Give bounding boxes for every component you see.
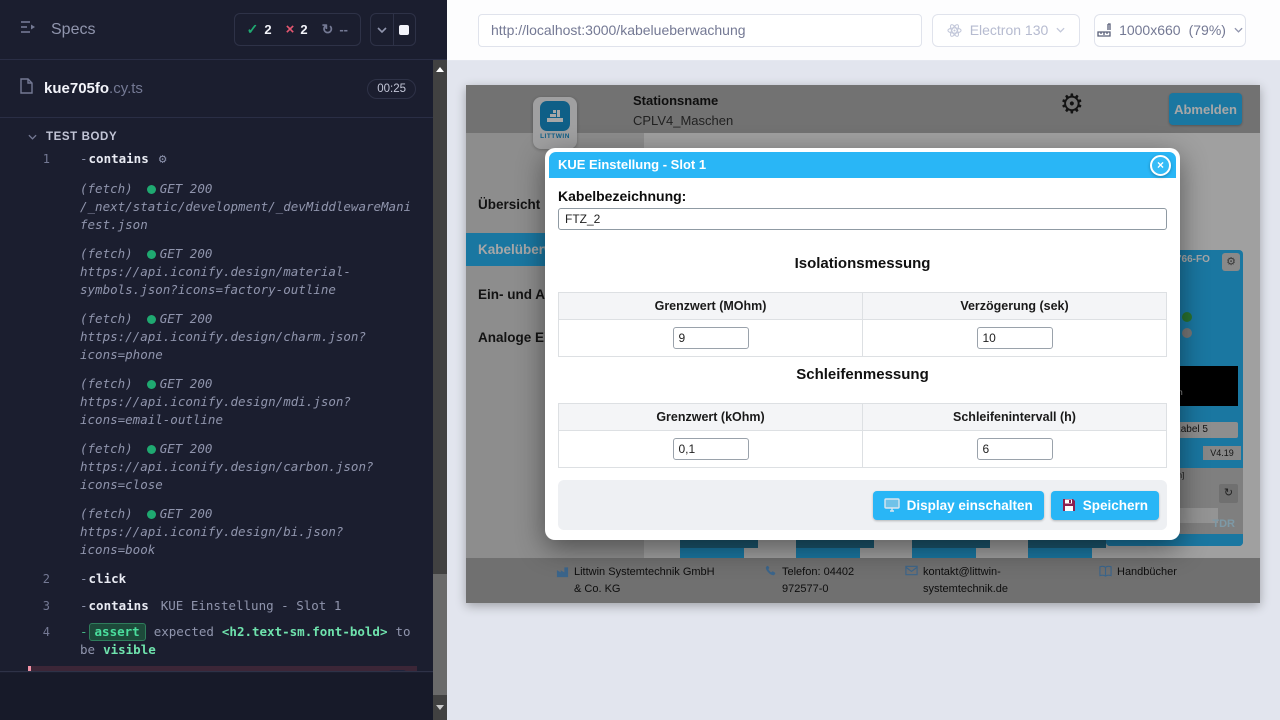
- fetch-url: https://api.iconify.design/mdi.json?icon…: [80, 393, 417, 429]
- fetch-log-row[interactable]: (fetch)GET 200 https://api.iconify.desig…: [80, 310, 417, 364]
- reporter-footer-area: [0, 673, 433, 720]
- electron-icon: [947, 23, 962, 38]
- fetch-url: https://api.iconify.design/material-symb…: [80, 263, 417, 299]
- fetch-log-row[interactable]: (fetch)GET 200 https://api.iconify.desig…: [80, 505, 417, 559]
- stop-icon: [399, 25, 409, 35]
- iso-col-verzoegerung: Verzögerung (sek): [863, 293, 1167, 320]
- contains-message: KUE Einstellung - Slot 1: [161, 598, 342, 613]
- fetch-url: /_next/static/development/_devMiddleware…: [80, 198, 417, 234]
- status-ok-dot: [147, 250, 156, 259]
- screen: Specs ✓ 2 × 2 ↻ --: [0, 0, 1280, 720]
- retry-count-badge: 0: [388, 670, 407, 672]
- reporter-scrollbar[interactable]: [433, 60, 447, 720]
- display-einschalten-button[interactable]: Display einschalten: [873, 491, 1044, 520]
- fetch-url: https://api.iconify.design/charm.json?ic…: [80, 328, 417, 364]
- kue-settings-modal: KUE Einstellung - Slot 1 × Kabelbezeichn…: [545, 148, 1180, 540]
- kabel-label: Kabelbezeichnung:: [558, 188, 1167, 204]
- stop-button[interactable]: [393, 14, 416, 45]
- spec-row[interactable]: kue705fo.cy.ts 00:25: [0, 60, 447, 118]
- spec-duration-badge: 00:25: [367, 79, 416, 99]
- modal-footer: Display einschalten Speichern: [558, 480, 1167, 530]
- stat-passed: ✓ 2: [247, 21, 272, 38]
- monitor-icon: [884, 498, 900, 512]
- status-ok-dot: [147, 380, 156, 389]
- specs-list-icon[interactable]: [20, 20, 39, 39]
- loop-col-grenzwert: Grenzwert (kOhm): [559, 404, 863, 431]
- modal-title: KUE Einstellung - Slot 1: [558, 157, 706, 172]
- specs-title: Specs: [51, 21, 95, 39]
- command-click[interactable]: 2 -click: [0, 570, 433, 588]
- modal-header: KUE Einstellung - Slot 1 ×: [549, 152, 1176, 178]
- cypress-reporter-panel: Specs ✓ 2 × 2 ↻ --: [0, 0, 447, 720]
- scrollbar-thumb[interactable]: [433, 574, 447, 695]
- assert-target: <h2.text-sm.font-bold>: [222, 624, 388, 639]
- check-icon: ✓: [247, 21, 259, 38]
- status-ok-dot: [147, 185, 156, 194]
- ruler-icon: [1097, 23, 1111, 37]
- assert-badge: assert: [89, 623, 146, 641]
- stat-pending: ↻ --: [322, 21, 348, 38]
- close-icon[interactable]: ×: [1150, 155, 1171, 176]
- browser-toolbar: Electron 130 1000x660 (79%): [447, 0, 1280, 61]
- speichern-button[interactable]: Speichern: [1051, 491, 1159, 520]
- command-log: 1 -contains⚙ (fetch)GET 200 /_next/stati…: [0, 146, 433, 672]
- loop-intervall-input[interactable]: [977, 438, 1053, 460]
- loop-col-intervall: Schleifenintervall (h): [863, 404, 1167, 431]
- fetch-log-row[interactable]: (fetch)GET 200 https://api.iconify.desig…: [80, 375, 417, 429]
- command-assert[interactable]: 4 -assertexpected<h2.text-sm.font-bold>t…: [0, 623, 433, 659]
- app-viewport: Stationsname CPLV4_Maschen ⚙ Abmelden LI…: [466, 85, 1260, 603]
- schleifen-heading: Schleifenmessung: [558, 366, 1167, 383]
- fail-x-icon: ×: [161, 669, 169, 672]
- command-contains-3[interactable]: 3 -containsKUE Einstellung - Slot 1: [0, 597, 433, 615]
- command-contains-failed[interactable]: 5 -contains×0: [28, 666, 417, 672]
- reporter-header: Specs ✓ 2 × 2 ↻ --: [0, 0, 447, 60]
- fetch-url: https://api.iconify.design/carbon.json?i…: [80, 458, 417, 494]
- save-floppy-icon: [1062, 498, 1076, 512]
- chevron-down-icon: [1056, 27, 1065, 33]
- fetch-url: https://api.iconify.design/bi.json?icons…: [80, 523, 417, 559]
- collapse-button[interactable]: [371, 14, 393, 45]
- iso-grenzwert-input[interactable]: [673, 327, 749, 349]
- test-stats: ✓ 2 × 2 ↻ --: [234, 13, 361, 46]
- fetch-log-row[interactable]: (fetch)GET 200 https://api.iconify.desig…: [80, 440, 417, 494]
- test-body-label: TEST BODY: [46, 131, 117, 143]
- viewport-select[interactable]: 1000x660 (79%): [1094, 14, 1246, 47]
- status-ok-dot: [147, 445, 156, 454]
- pending-icon: ↻: [322, 21, 334, 38]
- fetch-log-row[interactable]: (fetch)GET 200 https://api.iconify.desig…: [80, 245, 417, 299]
- browser-select[interactable]: Electron 130: [932, 14, 1080, 47]
- schleifen-table: Grenzwert (kOhm) Schleifenintervall (h): [558, 403, 1167, 468]
- scroll-up-arrow[interactable]: [433, 62, 447, 76]
- test-body-header[interactable]: TEST BODY: [0, 118, 447, 146]
- modal-body: Kabelbezeichnung: Isolationsmessung Gren…: [549, 178, 1176, 530]
- url-input[interactable]: [478, 14, 922, 47]
- spec-name: kue705fo.cy.ts: [44, 80, 143, 97]
- status-ok-dot: [147, 510, 156, 519]
- run-controls: [370, 13, 416, 46]
- cross-icon: ×: [286, 21, 295, 38]
- command-contains-1[interactable]: 1 -contains⚙: [0, 150, 433, 169]
- isolation-heading: Isolationsmessung: [558, 255, 1167, 272]
- iso-verzoegerung-input[interactable]: [977, 327, 1053, 349]
- stat-failed: × 2: [286, 21, 308, 38]
- spec-file-icon: [20, 78, 33, 99]
- chevron-down-icon: [1234, 27, 1243, 33]
- gear-icon: ⚙: [159, 152, 167, 167]
- isolation-table: Grenzwert (MOhm) Verzögerung (sek): [558, 292, 1167, 357]
- iso-col-grenzwert: Grenzwert (MOhm): [559, 293, 863, 320]
- loop-grenzwert-input[interactable]: [673, 438, 749, 460]
- kabelbezeichnung-input[interactable]: [558, 208, 1167, 230]
- fetch-log-row[interactable]: (fetch)GET 200 /_next/static/development…: [80, 180, 417, 234]
- scroll-down-arrow[interactable]: [433, 700, 447, 714]
- chevron-down-icon: [28, 134, 37, 140]
- status-ok-dot: [147, 315, 156, 324]
- aut-stage: Stationsname CPLV4_Maschen ⚙ Abmelden LI…: [447, 61, 1280, 720]
